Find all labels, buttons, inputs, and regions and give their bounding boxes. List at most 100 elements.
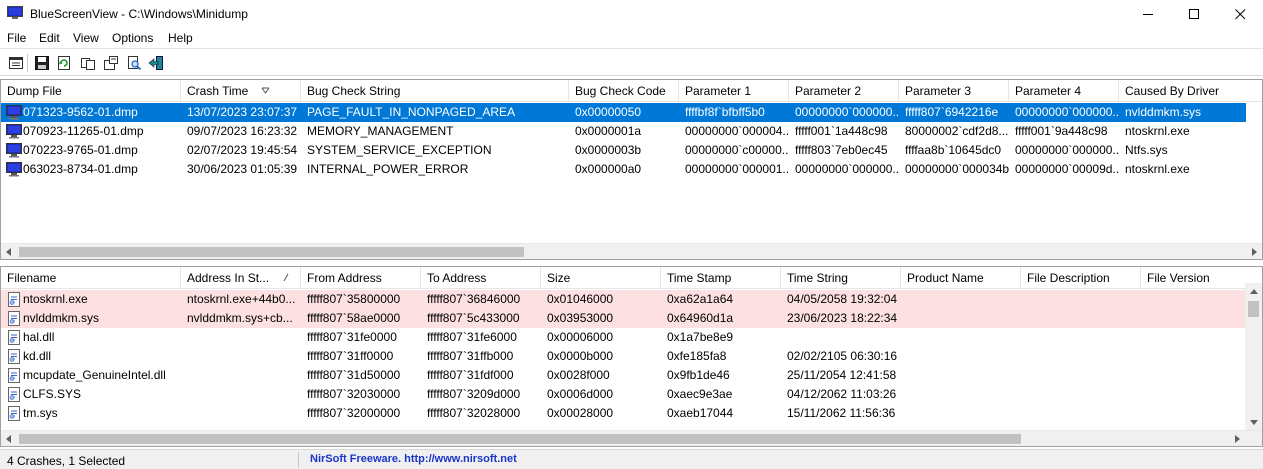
- column-header-parameter-1[interactable]: Parameter 1: [679, 80, 789, 102]
- properties-button[interactable]: [6, 53, 26, 73]
- menu-help[interactable]: Help: [168, 31, 193, 45]
- sort-descending-icon: [261, 87, 270, 94]
- column-header-parameter-3[interactable]: Parameter 3: [899, 80, 1009, 102]
- driver-cell: fffff807`3209d000: [427, 387, 521, 401]
- driver-cell: [181, 347, 301, 366]
- column-header-product-name[interactable]: Product Name: [901, 267, 1021, 289]
- crash-row[interactable]: 070923-11265-01.dmp 09/07/2023 16:23:32 ME…: [1, 122, 1246, 141]
- driver-cell: [1141, 404, 1246, 423]
- column-header-bug-check-code[interactable]: Bug Check Code: [569, 80, 679, 102]
- driver-cell: fffff807`31fdf000: [427, 368, 514, 382]
- minimize-button[interactable]: [1125, 0, 1171, 28]
- scrollbar-thumb[interactable]: [19, 434, 1021, 444]
- driver-cell: [1021, 366, 1141, 385]
- scroll-left-arrow-icon[interactable]: [1, 431, 17, 446]
- driver-row[interactable]: tm.sys fffff807`32000000 fffff807`32028000…: [1, 404, 1246, 423]
- menu-edit[interactable]: Edit: [39, 31, 60, 45]
- driver-cell: [1021, 404, 1141, 423]
- driver-cell: fffff807`5c433000: [427, 311, 520, 325]
- save-button[interactable]: [32, 53, 52, 73]
- copy-button[interactable]: [78, 53, 98, 73]
- options-button[interactable]: [101, 53, 121, 73]
- driver-cell: 0x00006000: [547, 330, 614, 344]
- menu-view[interactable]: View: [73, 31, 99, 45]
- dump-file-icon: [6, 124, 22, 139]
- column-header-dump-file[interactable]: Dump File: [1, 80, 181, 102]
- scroll-right-arrow-icon[interactable]: [1246, 244, 1262, 259]
- driver-row[interactable]: CLFS.SYS fffff807`32030000 fffff807`3209d0…: [1, 385, 1246, 404]
- column-header-parameter-4[interactable]: Parameter 4: [1009, 80, 1119, 102]
- crash-list-pane: Dump File Crash Time Bug Check String Bu…: [0, 79, 1263, 260]
- driver-cell: fffff807`31fe6000: [427, 330, 517, 344]
- column-header-time-string[interactable]: Time String: [781, 267, 901, 289]
- menu-file[interactable]: File: [7, 31, 26, 45]
- copy-icon: [81, 58, 95, 70]
- close-button[interactable]: [1217, 0, 1263, 28]
- status-bar: 4 Crashes, 1 Selected NirSoft Freeware. …: [0, 449, 1263, 469]
- driver-list-horizontal-scrollbar[interactable]: [1, 430, 1262, 446]
- column-header-caused-by-driver[interactable]: Caused By Driver: [1119, 80, 1262, 102]
- column-header-crash-time[interactable]: Crash Time: [181, 80, 301, 102]
- driver-cell: 0x03953000: [547, 311, 614, 325]
- column-header-address-in-stack[interactable]: Address In St...: [181, 267, 301, 289]
- crash-cell: fffff803`7eb0ec45: [795, 143, 888, 157]
- column-header-to-address[interactable]: To Address: [421, 267, 541, 289]
- crash-row[interactable]: 070223-9765-01.dmp 02/07/2023 19:45:54 SYS…: [1, 141, 1246, 160]
- column-header-from-address[interactable]: From Address: [301, 267, 421, 289]
- exit-icon: [148, 56, 163, 70]
- driver-cell: [1021, 347, 1141, 366]
- find-button[interactable]: [124, 53, 144, 73]
- driver-file-icon: [8, 406, 20, 421]
- driver-cell: 04/12/2062 11:03:26: [787, 387, 897, 401]
- driver-cell: fffff807`31d50000: [307, 368, 401, 382]
- driver-file-icon: [8, 349, 20, 364]
- crash-row[interactable]: 071323-9562-01.dmp 13/07/2023 23:07:37 PAG…: [1, 103, 1246, 122]
- driver-cell: 0x64960d1a: [667, 311, 734, 325]
- driver-cell: [1141, 385, 1246, 404]
- crash-list-horizontal-scrollbar[interactable]: [1, 243, 1262, 259]
- driver-cell: [1021, 328, 1141, 347]
- driver-row[interactable]: mcupdate_GenuineIntel.dll fffff807`31d500…: [1, 366, 1246, 385]
- crash-cell: 00000000`00009d...: [1015, 162, 1119, 176]
- crash-cell: fffff001`1a448c98: [795, 124, 888, 138]
- nirsoft-link[interactable]: NirSoft Freeware. http://www.nirsoft.net: [310, 453, 517, 465]
- column-header-parameter-2[interactable]: Parameter 2: [789, 80, 899, 102]
- maximize-button[interactable]: [1171, 0, 1217, 28]
- scroll-right-arrow-icon[interactable]: [1229, 431, 1245, 446]
- column-header-time-stamp[interactable]: Time Stamp: [661, 267, 781, 289]
- scroll-left-arrow-icon[interactable]: [1, 244, 17, 259]
- scrollbar-thumb[interactable]: [19, 247, 524, 257]
- exit-button[interactable]: [146, 53, 166, 73]
- driver-cell: [1141, 347, 1246, 366]
- scroll-down-arrow-icon[interactable]: [1245, 413, 1262, 430]
- crash-cell: ffffaa8b`10645dc0: [905, 143, 1002, 157]
- menu-options[interactable]: Options: [112, 31, 153, 45]
- column-header-filename[interactable]: Filename: [1, 267, 181, 289]
- crash-cell: SYSTEM_SERVICE_EXCEPTION: [307, 143, 492, 157]
- crash-cell: 00000000`000000...: [1015, 105, 1119, 119]
- crash-row[interactable]: 063023-8734-01.dmp 30/06/2023 01:05:39 INT…: [1, 160, 1246, 179]
- column-header-file-description[interactable]: File Description: [1021, 267, 1141, 289]
- driver-row[interactable]: ntoskrnl.exe ntoskrnl.exe+44b0... fffff807…: [1, 290, 1246, 309]
- scrollbar-thumb[interactable]: [1248, 301, 1259, 317]
- driver-row[interactable]: hal.dll fffff807`31fe0000 fffff807`31fe600…: [1, 328, 1246, 347]
- driver-list-vertical-scrollbar[interactable]: [1245, 283, 1262, 430]
- driver-cell: nvlddmkm.sys: [23, 311, 100, 325]
- driver-cell: fffff807`32028000: [427, 406, 521, 420]
- driver-cell: CLFS.SYS: [23, 387, 82, 401]
- driver-cell: [901, 347, 1021, 366]
- title-bar: BlueScreenView - C:\Windows\Minidump: [0, 0, 1263, 28]
- column-header-size[interactable]: Size: [541, 267, 661, 289]
- status-separator: [298, 452, 299, 468]
- column-header-bug-check-string[interactable]: Bug Check String: [301, 80, 569, 102]
- driver-cell: [1141, 309, 1246, 328]
- refresh-button[interactable]: [54, 53, 74, 73]
- scroll-up-arrow-icon[interactable]: [1245, 283, 1262, 300]
- driver-cell: fffff807`32030000: [307, 387, 401, 401]
- driver-cell: mcupdate_GenuineIntel.dll: [23, 368, 166, 382]
- driver-row[interactable]: nvlddmkm.sys nvlddmkm.sys+cb... fffff807`5…: [1, 309, 1246, 328]
- properties-icon: [9, 57, 23, 69]
- crash-cell: 00000000`000000...: [795, 162, 899, 176]
- driver-cell: fffff807`31fe0000: [307, 330, 397, 344]
- driver-row[interactable]: kd.dll fffff807`31ff0000 fffff807`31ffb000…: [1, 347, 1246, 366]
